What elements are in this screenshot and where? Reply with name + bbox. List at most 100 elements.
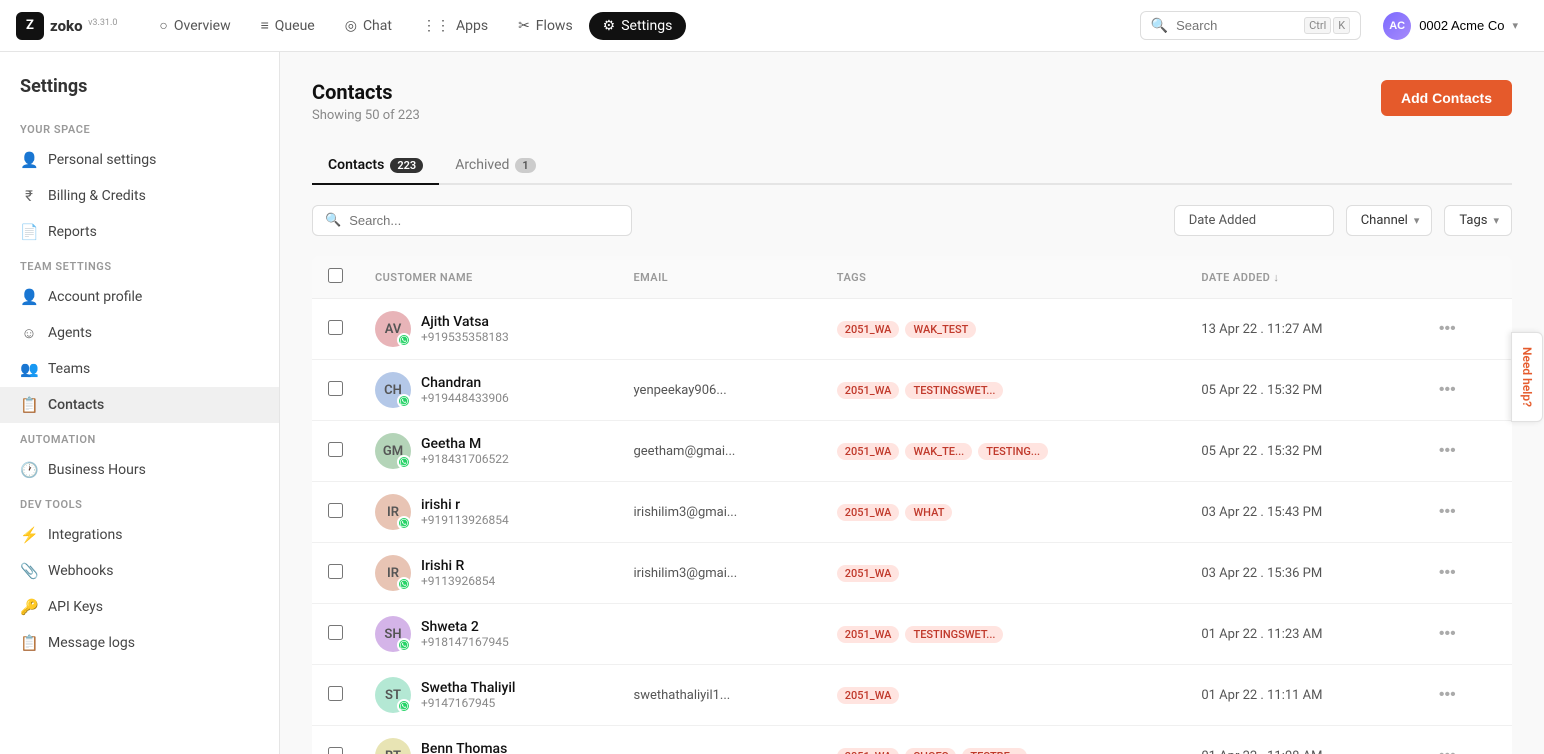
nav-chat[interactable]: ◎ Chat bbox=[331, 12, 406, 40]
col-date-added: DATE ADDED ↓ bbox=[1185, 256, 1415, 299]
nav-overview[interactable]: ○ Overview bbox=[145, 11, 244, 40]
sidebar-item-teams[interactable]: 👥 Teams bbox=[0, 351, 279, 387]
section-label-dev-tools: DEV TOOLS bbox=[0, 488, 279, 517]
sidebar-item-business-hours[interactable]: 🕐 Business Hours bbox=[0, 452, 279, 488]
nav-apps[interactable]: ⋮⋮ Apps bbox=[408, 12, 502, 40]
contacts-search-input[interactable] bbox=[349, 213, 619, 228]
sidebar-item-agents[interactable]: ☺ Agents bbox=[0, 315, 279, 351]
row-more-button[interactable]: ••• bbox=[1431, 438, 1464, 464]
date-added: 13 Apr 22 . 11:27 AM bbox=[1201, 322, 1322, 337]
email-cell: geetham@gmai... bbox=[617, 421, 820, 482]
customer-details: Chandran +919448433906 bbox=[421, 375, 509, 405]
customer-name: Chandran bbox=[421, 375, 509, 391]
search-input[interactable] bbox=[1176, 18, 1296, 33]
customer-name-cell: BT Benn Thomas +917447751918 bbox=[359, 726, 617, 754]
tag-badge: 2051_WA bbox=[837, 443, 900, 460]
customer-name-cell: SH Shweta 2 +918147167945 bbox=[359, 604, 617, 665]
row-more-button[interactable]: ••• bbox=[1431, 743, 1464, 754]
tags-cell: 2051_WAWHAT bbox=[821, 482, 1186, 543]
row-checkbox[interactable] bbox=[328, 503, 343, 518]
customer-info: GM Geetha M +918431706522 bbox=[375, 433, 601, 469]
nav-flows[interactable]: ✂ Flows bbox=[504, 12, 587, 40]
contacts-tabs: Contacts 223 Archived 1 bbox=[312, 147, 1512, 185]
tag-badge: TESTINGSWET... bbox=[905, 382, 1003, 399]
workspace-avatar: AC bbox=[1383, 12, 1411, 40]
agents-icon: ☺ bbox=[20, 324, 38, 342]
row-checkbox[interactable] bbox=[328, 320, 343, 335]
customer-details: Swetha Thaliyil +9147167945 bbox=[421, 680, 516, 710]
integrations-icon: ⚡ bbox=[20, 526, 38, 544]
customer-name: Shweta 2 bbox=[421, 619, 509, 635]
global-search[interactable]: 🔍 Ctrl K bbox=[1140, 11, 1362, 40]
row-more-button[interactable]: ••• bbox=[1431, 560, 1464, 586]
col-actions bbox=[1415, 256, 1512, 299]
date-added-filter[interactable]: Date Added bbox=[1174, 205, 1334, 236]
tags-list: 2051_WAWAK_TEST bbox=[837, 321, 1170, 338]
message-logs-icon: 📋 bbox=[20, 634, 38, 652]
customer-phone: +918431706522 bbox=[421, 452, 509, 466]
row-checkbox[interactable] bbox=[328, 625, 343, 640]
row-more-button[interactable]: ••• bbox=[1431, 377, 1464, 403]
row-more-button[interactable]: ••• bbox=[1431, 499, 1464, 525]
date-added: 01 Apr 22 . 11:08 AM bbox=[1201, 749, 1322, 754]
row-checkbox-cell bbox=[312, 482, 359, 543]
email-cell bbox=[617, 726, 820, 754]
row-more-button[interactable]: ••• bbox=[1431, 316, 1464, 342]
clock-icon: 🕐 bbox=[20, 461, 38, 479]
avatar: IR bbox=[375, 555, 411, 591]
date-added: 03 Apr 22 . 15:36 PM bbox=[1201, 566, 1322, 581]
need-help-button[interactable]: Need help? bbox=[1511, 332, 1543, 422]
row-checkbox-cell bbox=[312, 726, 359, 754]
table-row: ST Swetha Thaliyil +9147167945 swethatha… bbox=[312, 665, 1512, 726]
tags-filter[interactable]: Tags ▾ bbox=[1444, 205, 1512, 236]
customer-info: BT Benn Thomas +917447751918 bbox=[375, 738, 601, 754]
main-layout: Settings YOUR SPACE 👤 Personal settings … bbox=[0, 52, 1544, 754]
customer-info: SH Shweta 2 +918147167945 bbox=[375, 616, 601, 652]
date-cell: 05 Apr 22 . 15:32 PM bbox=[1185, 421, 1415, 482]
sidebar-item-reports[interactable]: 📄 Reports bbox=[0, 214, 279, 250]
sidebar-item-webhooks[interactable]: 📎 Webhooks bbox=[0, 553, 279, 589]
sidebar-item-message-logs[interactable]: 📋 Message logs bbox=[0, 625, 279, 661]
customer-name-cell: AV Ajith Vatsa +919535358183 bbox=[359, 299, 617, 360]
actions-cell: ••• bbox=[1415, 604, 1512, 665]
actions-cell: ••• bbox=[1415, 421, 1512, 482]
table-row: SH Shweta 2 +918147167945 2051_WATESTING… bbox=[312, 604, 1512, 665]
row-checkbox[interactable] bbox=[328, 564, 343, 579]
nav-settings[interactable]: ⚙ Settings bbox=[589, 12, 687, 40]
sidebar-item-billing[interactable]: ₹ Billing & Credits bbox=[0, 178, 279, 214]
customer-name-cell: IR irishi r +919113926854 bbox=[359, 482, 617, 543]
row-checkbox[interactable] bbox=[328, 686, 343, 701]
app-logo[interactable]: Z zoko v3.31.0 bbox=[16, 12, 117, 40]
sidebar-item-personal-settings[interactable]: 👤 Personal settings bbox=[0, 142, 279, 178]
customer-name: Irishi R bbox=[421, 558, 495, 574]
chat-icon: ◎ bbox=[345, 18, 357, 34]
customer-phone: +919448433906 bbox=[421, 391, 509, 405]
actions-cell: ••• bbox=[1415, 299, 1512, 360]
workspace-selector[interactable]: AC 0002 Acme Co ▾ bbox=[1373, 8, 1528, 44]
nav-queue[interactable]: ≡ Queue bbox=[247, 11, 329, 40]
tag-badge: WAK_TEST bbox=[905, 321, 976, 338]
channel-filter[interactable]: Channel ▾ bbox=[1346, 205, 1433, 236]
tab-contacts[interactable]: Contacts 223 bbox=[312, 147, 439, 185]
customer-email: swethathaliyil1... bbox=[633, 688, 730, 703]
sidebar-item-contacts[interactable]: 📋 Contacts bbox=[0, 387, 279, 423]
contacts-search[interactable]: 🔍 bbox=[312, 205, 632, 236]
row-more-button[interactable]: ••• bbox=[1431, 682, 1464, 708]
row-checkbox[interactable] bbox=[328, 442, 343, 457]
row-checkbox[interactable] bbox=[328, 381, 343, 396]
nav-items: ○ Overview ≡ Queue ◎ Chat ⋮⋮ Apps ✂ Flow… bbox=[145, 11, 1135, 40]
row-checkbox-cell bbox=[312, 360, 359, 421]
table-row: GM Geetha M +918431706522 geetham@gmai..… bbox=[312, 421, 1512, 482]
select-all-checkbox[interactable] bbox=[328, 268, 343, 283]
row-checkbox-cell bbox=[312, 665, 359, 726]
email-cell bbox=[617, 604, 820, 665]
sidebar-item-api-keys[interactable]: 🔑 API Keys bbox=[0, 589, 279, 625]
add-contacts-button[interactable]: Add Contacts bbox=[1381, 80, 1512, 116]
row-checkbox[interactable] bbox=[328, 747, 343, 754]
tab-archived[interactable]: Archived 1 bbox=[439, 147, 552, 185]
sidebar-item-account-profile[interactable]: 👤 Account profile bbox=[0, 279, 279, 315]
row-more-button[interactable]: ••• bbox=[1431, 621, 1464, 647]
sidebar-item-integrations[interactable]: ⚡ Integrations bbox=[0, 517, 279, 553]
tags-list: 2051_WAWAK_TE...TESTING... bbox=[837, 443, 1170, 460]
logo-icon: Z bbox=[16, 12, 44, 40]
